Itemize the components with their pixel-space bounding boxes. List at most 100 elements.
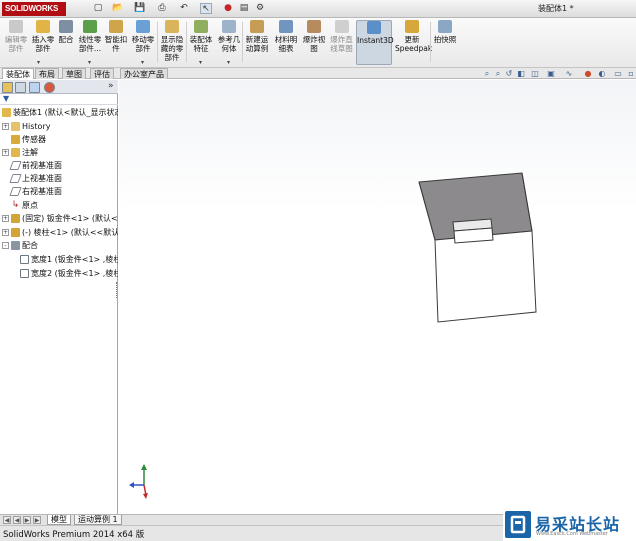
bom-button[interactable]: 材料明 细表 (273, 20, 299, 53)
heads-up-view-toolbar: ⌕ ⌕ ↺ ◧ ◫ ▣ ∿ ● ◐ ▭ ▫ (480, 69, 636, 80)
watermark-en-text: Www.Easck.Com Webmaster (536, 531, 608, 537)
move-component-button[interactable]: 移动零 部件 (130, 20, 156, 53)
view-settings-icon[interactable]: ▭ (613, 69, 623, 79)
configuration-manager-tab-icon[interactable] (29, 82, 40, 93)
window-restore-icon[interactable]: ▫ (626, 69, 636, 79)
undo-icon[interactable]: ↶ (178, 3, 190, 14)
expander-icon[interactable]: - (2, 242, 9, 249)
snapshot-label: 拍快照 (433, 35, 457, 44)
dropdown-arrow-icon[interactable]: ▾ (88, 59, 91, 66)
first-tab-icon[interactable]: ◀ (3, 516, 11, 524)
expander-icon[interactable]: + (2, 123, 9, 130)
update-speedpak-button[interactable]: 更新 Speedpak (395, 20, 433, 53)
dropdown-arrow-icon[interactable]: ▾ (199, 59, 202, 66)
show-hidden-components-button[interactable]: 显示隐 藏的零 部件 (159, 20, 185, 62)
panel-tabs: » (0, 80, 118, 94)
options-icon[interactable]: ⚙ (254, 3, 266, 14)
rebuild-icon[interactable]: ● (222, 3, 234, 14)
tab-layout[interactable]: 布局 (35, 68, 59, 79)
view-orientation-icon[interactable]: ◫ (530, 69, 540, 79)
expander-icon[interactable]: + (2, 149, 9, 156)
tree-item-sensors[interactable]: 传感器 (0, 133, 118, 146)
dropdown-arrow-icon[interactable]: ▾ (227, 59, 230, 66)
sheet-metal-part[interactable] (418, 172, 537, 323)
tab-sketch[interactable]: 草图 (62, 68, 86, 79)
tree-item-width-mate-1[interactable]: 宽度1 (钣金件<1> ,棱柱 (0, 253, 118, 266)
plane-icon (9, 187, 22, 196)
ribbon-separator (157, 22, 158, 62)
graphics-area[interactable] (119, 80, 636, 514)
feature-manager-tab-icon[interactable] (2, 82, 13, 93)
explode-line-sketch-icon (334, 20, 349, 33)
print-icon[interactable]: ⎙ (156, 3, 168, 14)
update-speedpak-label: 更新 Speedpak (395, 35, 433, 53)
tree-item-top-plane[interactable]: 上视基准面 (0, 172, 118, 185)
edit-component-button[interactable]: 编辑零 部件 (3, 20, 29, 53)
explode-line-sketch-button[interactable]: 爆炸直 线草图 (328, 20, 355, 53)
triad-x-arrow (129, 482, 134, 488)
tree-item-annotations[interactable]: + 注解 (0, 146, 118, 159)
hide-show-items-icon[interactable]: ∿ (564, 69, 574, 79)
ribbon-separator (186, 22, 187, 62)
tree-item-width-mate-2[interactable]: 宽度2 (钣金件<1> ,棱柱 (0, 267, 118, 280)
triad-axes (129, 464, 148, 499)
tree-item-label: History (22, 122, 51, 131)
apply-scene-icon[interactable]: ◐ (597, 69, 607, 79)
section-view-icon[interactable]: ◧ (516, 69, 526, 79)
property-manager-tab-icon[interactable] (15, 82, 26, 93)
prism-front-face (453, 227, 494, 244)
open-icon[interactable]: 📂 (112, 3, 124, 14)
instant3d-icon (367, 21, 381, 34)
new-motion-study-label: 新建运 动算例 (245, 35, 269, 53)
expander-icon[interactable]: + (2, 215, 9, 222)
exploded-view-button[interactable]: 爆炸视 图 (301, 20, 327, 53)
last-tab-icon[interactable]: ▶ (33, 516, 41, 524)
select-icon[interactable]: ↖ (200, 3, 212, 14)
snapshot-button[interactable]: 拍快照 (432, 20, 458, 44)
tab-model[interactable]: 模型 (47, 515, 71, 525)
zoom-to-area-icon[interactable]: ⌕ (493, 69, 503, 79)
reference-geometry-button[interactable]: 参考几 何体 (216, 20, 242, 53)
solidworks-logo[interactable]: SOLIDWORKS (2, 2, 66, 16)
mate-button[interactable]: 配合 (56, 20, 76, 44)
save-icon[interactable]: 💾 (134, 3, 146, 14)
tab-motion-study-1[interactable]: 运动算例 1 (74, 515, 122, 525)
instant3d-label: Instant3D (357, 36, 394, 45)
insert-components-button[interactable]: 插入零 部件 (30, 20, 56, 53)
tree-root-assembly[interactable]: 装配体1 (默认<默认_显示状态 (0, 106, 118, 119)
previous-view-icon[interactable]: ↺ (504, 69, 514, 79)
instant3d-button[interactable]: Instant3D (356, 20, 394, 65)
new-motion-study-button[interactable]: 新建运 动算例 (244, 20, 270, 53)
prism-part[interactable] (452, 218, 494, 244)
expander-icon[interactable]: + (2, 229, 9, 236)
exploded-view-icon (307, 20, 321, 33)
tab-evaluate[interactable]: 评估 (90, 68, 114, 79)
tree-item-mates[interactable]: - 配合 (0, 239, 118, 252)
watermark: 易采站长站 Www.Easck.Com Webmaster (503, 509, 636, 541)
previous-tab-icon[interactable]: ◀ (13, 516, 21, 524)
linear-pattern-button[interactable]: 线性零 部件... (77, 20, 103, 53)
dropdown-arrow-icon[interactable]: ▾ (141, 59, 144, 66)
tree-item-label: 右视基准面 (22, 187, 62, 196)
edit-appearance-icon[interactable]: ● (583, 69, 593, 79)
tree-item-front-plane[interactable]: 前视基准面 (0, 159, 118, 172)
tree-item-origin[interactable]: ↳ 原点 (0, 199, 118, 212)
expand-panel-icon[interactable]: » (108, 81, 114, 91)
tree-item-sheetmetal-part[interactable]: + (固定) 钣金件<1> (默认<< (0, 212, 118, 225)
tab-assembly[interactable]: 装配体 (2, 68, 34, 79)
smart-fasteners-button[interactable]: 智能扣 件 (103, 20, 129, 53)
new-document-icon[interactable]: ▢ (92, 3, 104, 14)
file-properties-icon[interactable]: ▤ (238, 3, 250, 14)
tree-item-history[interactable]: + History (0, 120, 118, 133)
display-manager-tab-icon[interactable] (44, 82, 55, 93)
filter-icon[interactable]: ▼ (3, 94, 9, 103)
model-canvas (129, 172, 537, 499)
tab-office-products[interactable]: 办公室产品 (120, 68, 168, 79)
zoom-to-fit-icon[interactable]: ⌕ (482, 69, 492, 79)
tree-item-prism-part[interactable]: + (-) 棱柱<1> (默认<<默认> (0, 226, 118, 239)
next-tab-icon[interactable]: ▶ (23, 516, 31, 524)
assembly-features-button[interactable]: 装配体 特征 (188, 20, 214, 53)
dropdown-arrow-icon[interactable]: ▾ (37, 59, 40, 66)
tree-item-right-plane[interactable]: 右视基准面 (0, 185, 118, 198)
display-style-icon[interactable]: ▣ (546, 69, 556, 79)
